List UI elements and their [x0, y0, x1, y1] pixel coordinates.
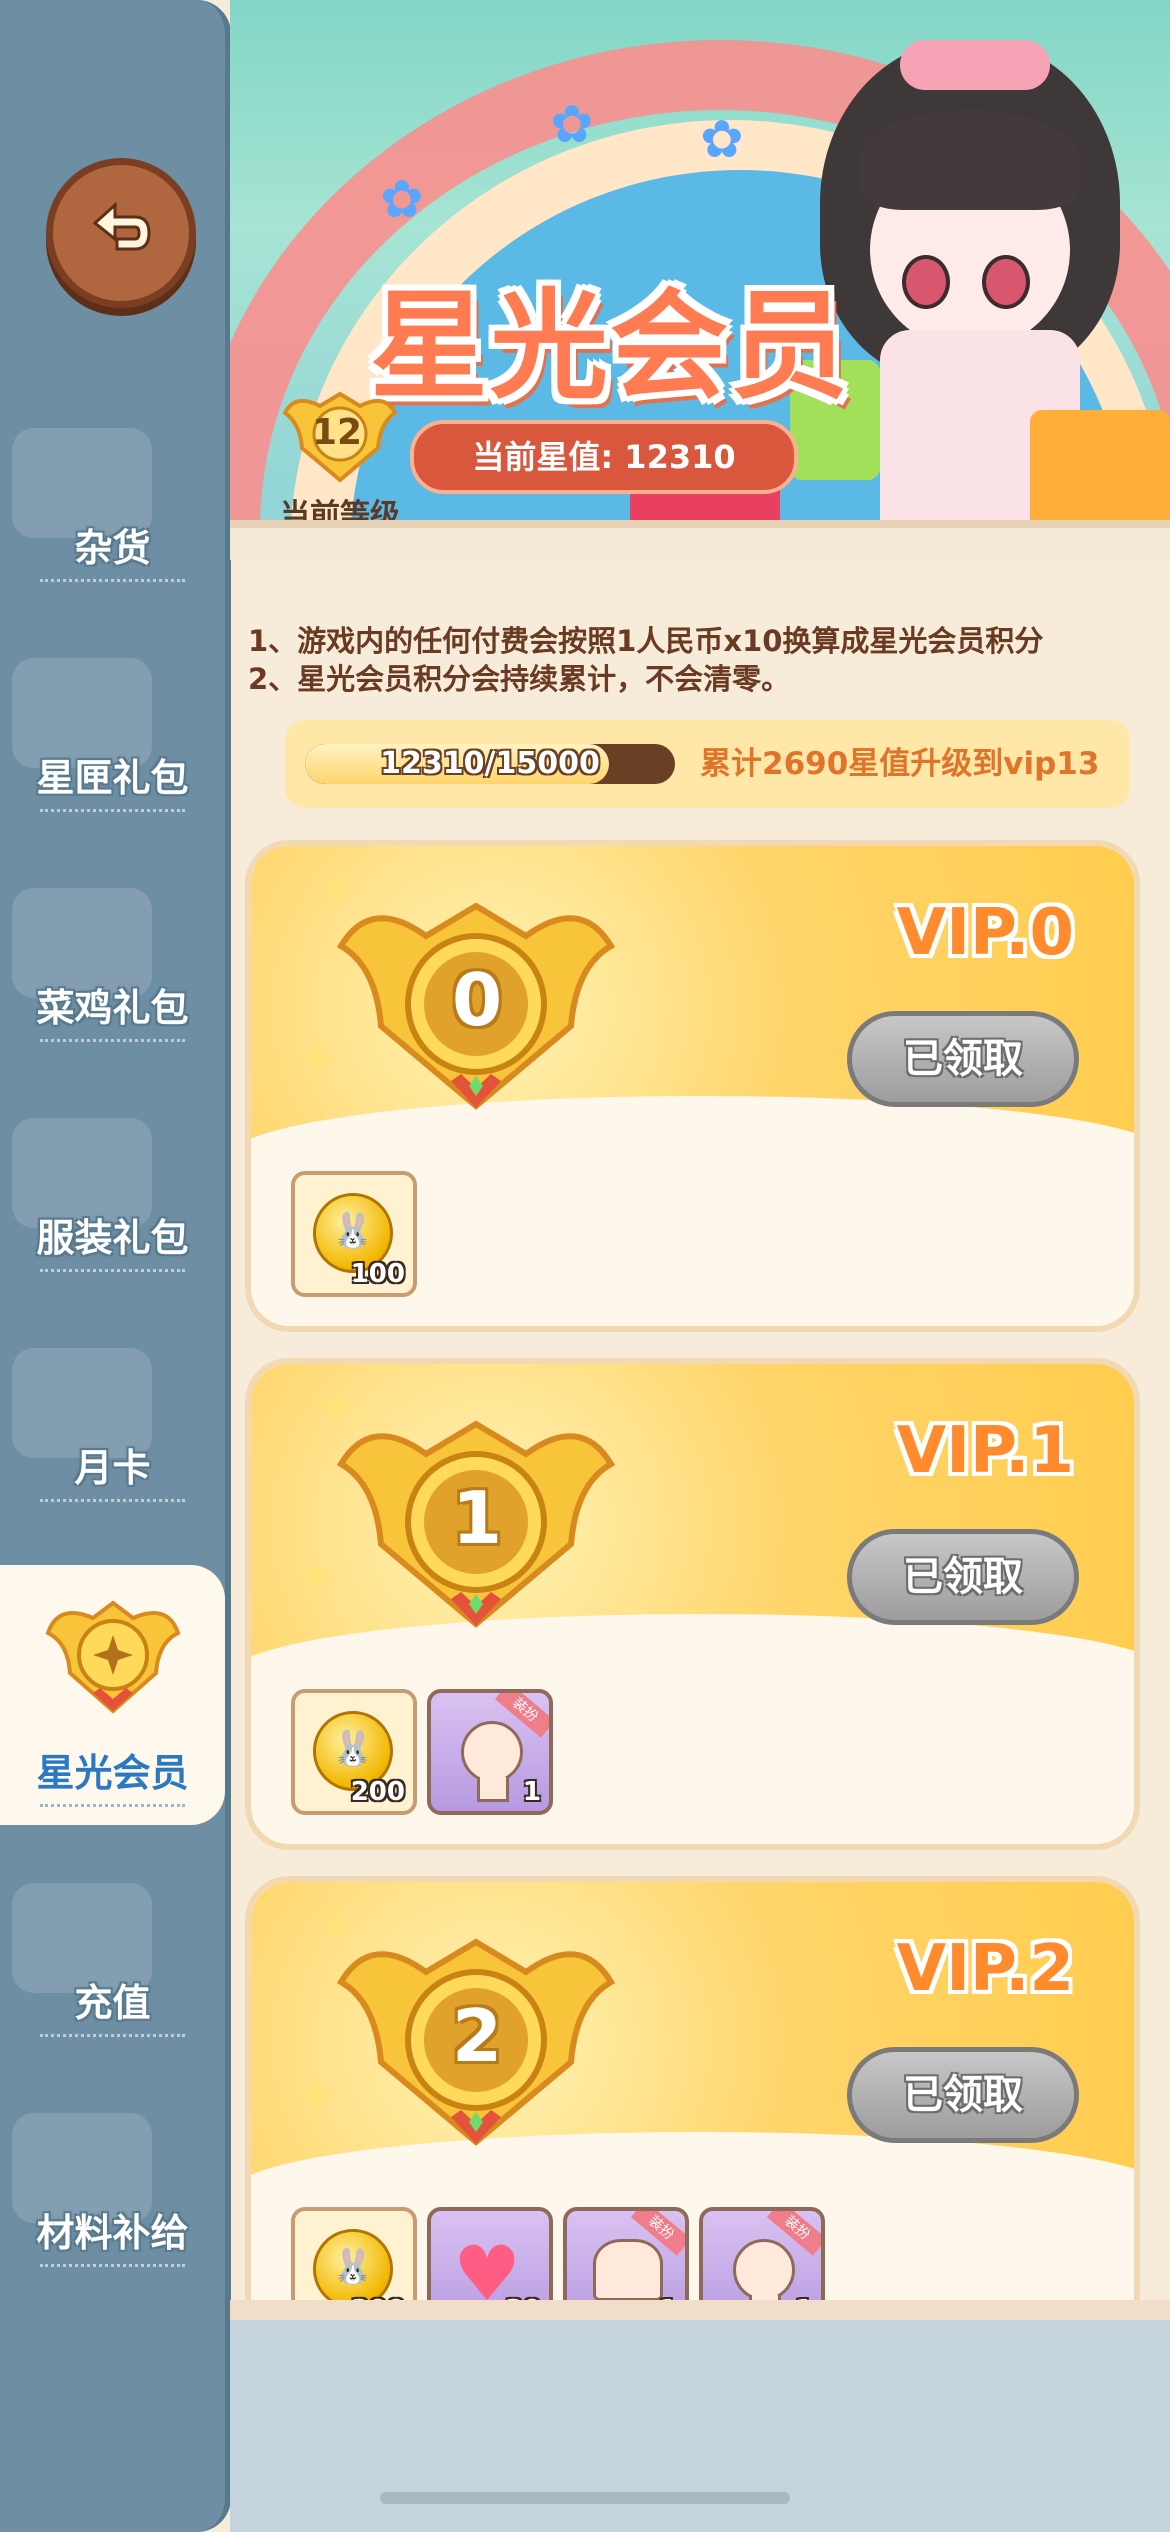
sidebar-item-label: 服装礼包 — [36, 1216, 189, 1260]
reward-item[interactable]: 🐰 300 — [291, 2207, 417, 2310]
claimed-button[interactable]: 已领取 — [847, 2047, 1079, 2143]
sidebar-item-label: 菜鸡礼包 — [36, 986, 189, 1030]
sidebar-item-outfit-pack[interactable]: 服装礼包 — [0, 1090, 225, 1290]
sidebar-item-star-box-pack[interactable]: 星匣礼包 — [0, 630, 225, 830]
flower-icon: ✿ — [700, 110, 744, 170]
reward-item[interactable]: 🐰 100 — [291, 1171, 417, 1297]
sidebar-item-newbie-pack[interactable]: 菜鸡礼包 — [0, 860, 225, 1060]
hair-bow-icon — [900, 40, 1050, 90]
current-level-value: 12 — [311, 412, 363, 453]
sidebar-item-label: 月卡 — [74, 1446, 151, 1490]
current-star-value: 当前星值: 12310 — [410, 420, 798, 494]
progress-hint: 累计2690星值升级到vip13 — [700, 746, 1100, 782]
sidebar-item-label: 星匣礼包 — [36, 756, 189, 800]
claimed-button[interactable]: 已领取 — [847, 1011, 1079, 1107]
reward-qty: 200 — [350, 1777, 405, 1807]
flower-icon: ✿ — [550, 95, 594, 155]
back-arrow-icon — [92, 201, 151, 251]
vip-title: VIP.1 — [896, 1414, 1074, 1488]
rule-line-2: 2、星光会员积分会持续累计，不会清零。 — [248, 662, 791, 696]
reward-item[interactable]: 装扮 1 — [699, 2207, 825, 2310]
sidebar-item-recharge[interactable]: 充值 — [0, 1855, 225, 2055]
doll-body-icon — [593, 2239, 663, 2301]
reward-item[interactable]: ♥ 30 — [427, 2207, 553, 2310]
vip-level-list[interactable]: ✦ ✦ 0 VIP.0 已领取 🐰 100 ✦ ✦ 1 VIP.1 已领取 🐰 … — [245, 840, 1145, 2310]
page-title: 星光会员 — [369, 277, 850, 415]
sidebar-item-label: 杂货 — [74, 526, 151, 570]
vip-title: VIP.0 — [896, 896, 1074, 970]
sidebar-item-material-supply[interactable]: 材料补给 — [0, 2085, 225, 2285]
progress-text: 12310/15000 — [380, 746, 600, 781]
reward-item[interactable]: 🐰 200 — [291, 1689, 417, 1815]
rule-line-1: 1、游戏内的任何付费会按照1人民币x10换算成星光会员积分 — [248, 624, 1044, 658]
sidebar-item-star-membership[interactable]: 星光会员 — [0, 1565, 225, 1825]
sidebar-item-label: 星光会员 — [36, 1751, 189, 1795]
doll-head-icon — [461, 1721, 523, 1783]
vip-card: ✦ ✦ 2 VIP.2 已领取 🐰 300 ♥ 30 装扮 1 装扮 — [245, 1876, 1140, 2310]
sidebar-item-monthly-card[interactable]: 月卡 — [0, 1320, 225, 1520]
membership-banner: ✿ ✿ ✿ 星光会员 12 当前等级 当前星值: 12310 — [230, 0, 1170, 560]
sidebar-item-label: 材料补给 — [36, 2211, 189, 2255]
vip-progress: 12310/15000 累计2690星值升级到vip13 — [285, 720, 1130, 808]
star-badge-icon — [45, 1600, 181, 1714]
home-indicator[interactable] — [380, 2492, 790, 2504]
back-button[interactable] — [46, 158, 196, 308]
flower-icon: ✿ — [380, 170, 424, 230]
reward-item[interactable]: 装扮 1 — [563, 2207, 689, 2310]
vip-level-number: 0 — [451, 958, 503, 1042]
sidebar-item-label: 充值 — [74, 1981, 151, 2025]
reward-qty: 1 — [522, 1777, 541, 1807]
vip-card: ✦ ✦ 1 VIP.1 已领取 🐰 200 装扮 1 — [245, 1358, 1140, 1850]
vip-level-number: 2 — [451, 1994, 503, 2078]
doll-head-icon — [733, 2239, 795, 2301]
claimed-button[interactable]: 已领取 — [847, 1529, 1079, 1625]
sidebar-item-groceries[interactable]: 杂货 — [0, 400, 225, 600]
sidebar: 杂货 星匣礼包 菜鸡礼包 服装礼包 月卡 星光会员 充值 材料补给 — [0, 0, 231, 2532]
vip-level-number: 1 — [451, 1476, 503, 1560]
reward-qty: 100 — [350, 1259, 405, 1289]
reward-item[interactable]: 装扮 1 — [427, 1689, 553, 1815]
vip-card: ✦ ✦ 0 VIP.0 已领取 🐰 100 — [245, 840, 1140, 1332]
vip-title: VIP.2 — [896, 1932, 1074, 2006]
